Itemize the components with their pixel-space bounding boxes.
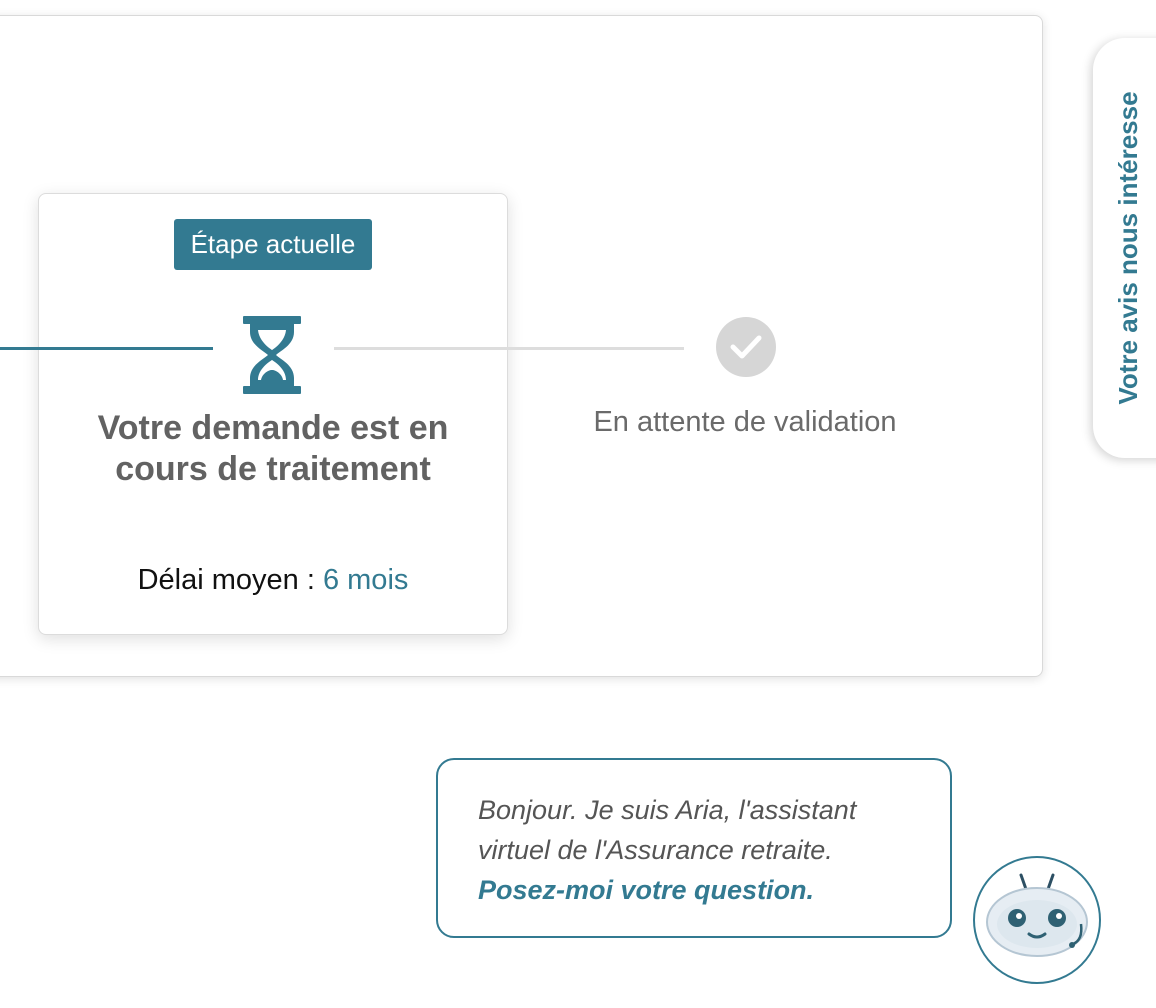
assistant-greeting: Bonjour. Je suis Aria, l'assistant virtu… <box>478 795 857 865</box>
assistant-avatar-button[interactable] <box>973 856 1101 984</box>
average-delay-value: 6 mois <box>322 564 409 596</box>
assistant-message-block: Bonjour. Je suis Aria, l'assistant virtu… <box>478 790 928 910</box>
check-icon <box>730 335 762 359</box>
current-step-badge: Étape actuelle <box>174 219 372 270</box>
current-step-card: Étape actuelle Votre demande est en cour… <box>38 193 508 635</box>
assistant-speech-bubble[interactable]: Bonjour. Je suis Aria, l'assistant virtu… <box>436 758 952 938</box>
timeline-pending-line <box>334 347 684 350</box>
current-step-title: Votre demande est en cours de traitement <box>97 409 449 488</box>
average-delay-label: Délai moyen : <box>137 564 323 596</box>
next-step-label: En attente de validation <box>593 406 897 438</box>
hourglass-icon <box>243 316 301 394</box>
next-step-status <box>716 317 776 377</box>
feedback-tab-label[interactable]: Votre avis nous intéresse <box>1108 38 1148 458</box>
assistant-ask-link[interactable]: Posez-moi votre question. <box>478 870 928 910</box>
average-delay: Délai moyen : 6 mois <box>39 564 507 597</box>
timeline-completed-line <box>0 347 213 350</box>
robot-icon <box>986 873 1088 957</box>
